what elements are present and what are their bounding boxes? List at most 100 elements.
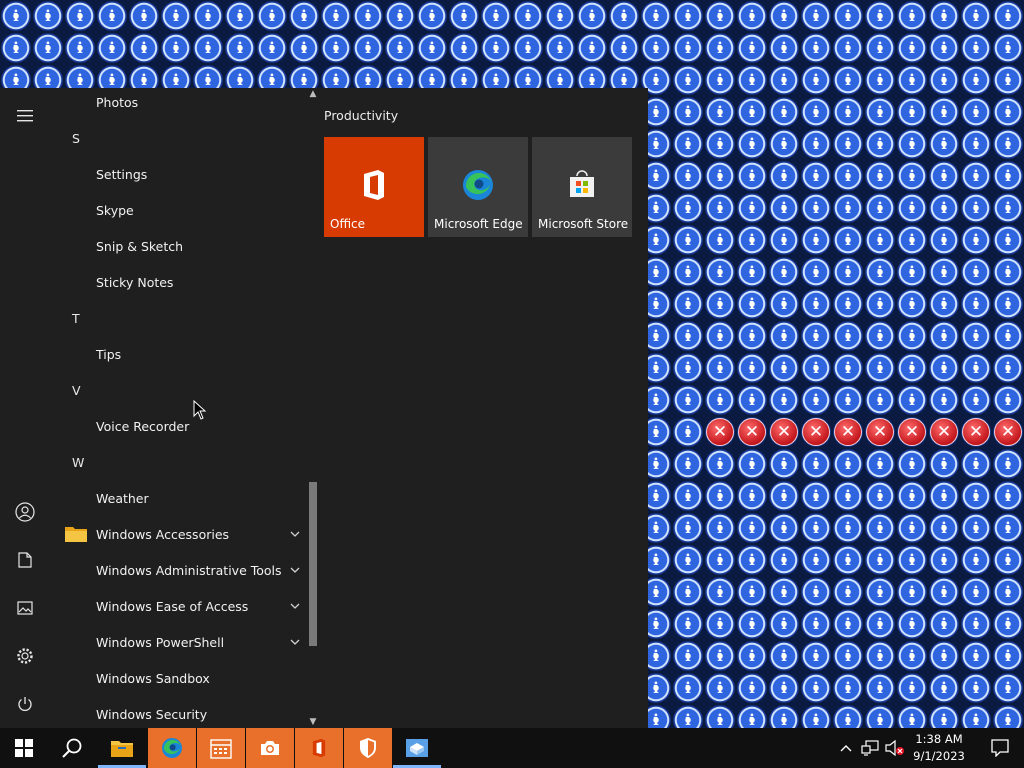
power-icon[interactable]	[0, 680, 50, 728]
app-item-voice-recorder[interactable]: Voice Recorder	[50, 408, 308, 444]
app-item-label: Windows Ease of Access	[96, 598, 249, 614]
app-item-settings[interactable]: Settings	[50, 156, 308, 192]
wallpaper-error-icon-row: ✕ ✕ ✕ ✕ ✕ ✕ ✕ ✕ ✕ ✕	[704, 416, 1024, 448]
office-icon	[312, 738, 326, 758]
section-letter-v[interactable]: V	[50, 372, 308, 408]
pictures-icon[interactable]	[0, 584, 50, 632]
app-item-label: Snip & Sketch	[96, 238, 184, 254]
tile-group-title: Productivity	[324, 108, 399, 123]
taskbar-office[interactable]	[295, 728, 343, 768]
taskbar-security[interactable]	[344, 728, 392, 768]
notification-center-button[interactable]	[976, 728, 1024, 768]
section-letter-t[interactable]: T	[50, 300, 308, 336]
error-icon: ✕	[704, 416, 736, 448]
tray-overflow-chevron-up-icon[interactable]	[834, 728, 858, 768]
settings-icon[interactable]	[0, 632, 50, 680]
app-item-label: Windows PowerShell	[96, 634, 225, 650]
app-folder-windows-accessories[interactable]: Windows Accessories	[50, 516, 308, 552]
office-icon	[364, 170, 384, 200]
error-icon: ✕	[928, 416, 960, 448]
error-icon: ✕	[992, 416, 1024, 448]
app-item-label: Photos	[96, 94, 139, 110]
error-icon: ✕	[960, 416, 992, 448]
tiles-area: Productivity Office Microsoft Edge Micro…	[318, 88, 648, 728]
taskbar: 1:38 AM 9/1/2023	[0, 728, 1024, 768]
taskbar-edge[interactable]	[148, 728, 196, 768]
app-folder-windows-powershell[interactable]: Windows PowerShell	[50, 624, 308, 660]
section-letter-label: V	[72, 382, 81, 398]
start-button[interactable]	[0, 728, 48, 768]
section-letter-s[interactable]: S	[50, 120, 308, 156]
wallpaper-info-icon-row: iiiiiiiiiiiiiiiiiiiiiiiiiiiiiiii	[13, 39, 1011, 57]
taskbar-file-explorer[interactable]	[98, 728, 146, 768]
error-icon: ✕	[896, 416, 928, 448]
app-item-label: Windows Accessories	[96, 526, 230, 542]
tile-office[interactable]: Office	[324, 137, 424, 237]
app-folder-windows-administrative-tools[interactable]: Windows Administrative Tools	[50, 552, 308, 588]
chevron-down-icon[interactable]	[290, 567, 300, 573]
section-letter-label: S	[72, 130, 80, 146]
app-item-tips[interactable]: Tips	[50, 336, 308, 372]
tile-office-label: Office	[330, 217, 366, 231]
app-item-label: Skype	[96, 202, 134, 218]
app-item-windows-sandbox[interactable]: Windows Sandbox	[50, 660, 308, 696]
app-list: Photos S Settings Skype Snip & Sketch Sticky …	[50, 88, 308, 728]
camera-icon	[261, 741, 279, 755]
section-letter-label: T	[72, 310, 80, 326]
taskbar-camera[interactable]	[246, 728, 294, 768]
tile-microsoft-edge[interactable]: Microsoft Edge	[428, 137, 528, 237]
security-icon	[360, 738, 376, 758]
taskbar-sandbox[interactable]	[393, 728, 441, 768]
folder-icon	[65, 527, 87, 542]
hamburger-icon[interactable]	[0, 92, 50, 140]
app-item-label: Windows Administrative Tools	[96, 562, 282, 578]
volume-muted-icon[interactable]	[882, 728, 908, 768]
scroll-up-arrow[interactable]: ▲	[308, 88, 318, 100]
error-icon: ✕	[864, 416, 896, 448]
clock-time: 1:38 AM	[915, 732, 963, 746]
error-icon: ✕	[768, 416, 800, 448]
taskbar-calendar[interactable]	[197, 728, 245, 768]
documents-icon[interactable]	[0, 536, 50, 584]
chevron-down-icon[interactable]	[290, 531, 300, 537]
error-icon: ✕	[736, 416, 768, 448]
taskbar-clock[interactable]: 1:38 AM 9/1/2023	[910, 731, 968, 765]
user-icon[interactable]	[0, 488, 50, 536]
app-item-photos[interactable]: Photos	[50, 88, 308, 120]
start-icon	[15, 739, 33, 757]
search-button[interactable]	[48, 728, 96, 768]
app-folder-windows-ease-of-access[interactable]: Windows Ease of Access	[50, 588, 308, 624]
edge-icon	[162, 738, 182, 758]
edge-icon	[463, 170, 493, 200]
tile-store-label: Microsoft Store	[538, 217, 629, 231]
app-item-skype[interactable]: Skype	[50, 192, 308, 228]
app-item-snip-sketch[interactable]: Snip & Sketch	[50, 228, 308, 264]
app-item-sticky-notes[interactable]: Sticky Notes	[50, 264, 308, 300]
tile-microsoft-store[interactable]: Microsoft Store	[532, 137, 632, 237]
app-item-label: Windows Security	[96, 706, 208, 722]
app-item-weather[interactable]: Weather	[50, 480, 308, 516]
calendar-icon	[210, 739, 232, 759]
section-letter-label: W	[72, 454, 85, 470]
wallpaper-info-icon-row: iiiiiiiiiiiiiiiiiiiiiiiiiiiiiiii	[13, 7, 1011, 25]
app-item-label: Settings	[96, 166, 148, 182]
network-icon[interactable]	[858, 728, 882, 768]
app-list-scrollbar[interactable]: ▲ ▼	[308, 88, 318, 728]
section-letter-w[interactable]: W	[50, 444, 308, 480]
app-item-label: Windows Sandbox	[96, 670, 210, 686]
app-item-label: Sticky Notes	[96, 274, 174, 290]
app-item-label: Voice Recorder	[96, 418, 190, 434]
app-item-label: Weather	[96, 490, 149, 506]
chevron-down-icon[interactable]	[290, 603, 300, 609]
error-icon: ✕	[800, 416, 832, 448]
notification-icon	[991, 739, 1009, 757]
app-item-label: Tips	[96, 346, 122, 362]
error-icon: ✕	[832, 416, 864, 448]
sandbox-icon	[406, 739, 428, 757]
scroll-thumb[interactable]	[309, 482, 317, 646]
chevron-down-icon[interactable]	[290, 639, 300, 645]
mouse-cursor-icon	[193, 400, 207, 420]
scroll-down-arrow[interactable]: ▼	[308, 716, 318, 728]
start-rail	[0, 88, 50, 728]
app-item-windows-security[interactable]: Windows Security	[50, 696, 308, 728]
